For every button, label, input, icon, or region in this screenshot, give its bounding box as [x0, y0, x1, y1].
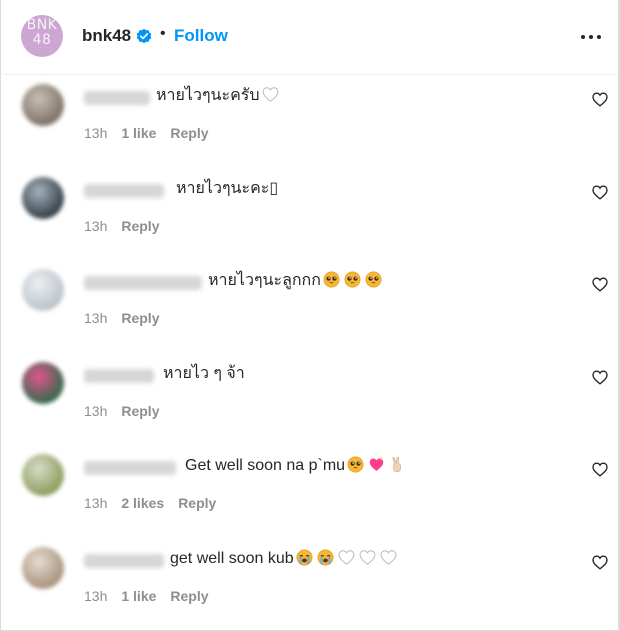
comment-body: หายไวๆนะคะ▯ [176, 180, 279, 197]
like-heart-icon[interactable] [592, 462, 608, 477]
pleading-face-emoji-icon [345, 456, 366, 474]
white-heart-emoji-icon [378, 550, 399, 567]
comment-meta: 13h Reply [84, 218, 173, 234]
like-heart-icon[interactable] [592, 370, 608, 385]
commenter-avatar[interactable] [22, 454, 64, 496]
comment-meta: 13h 1 like Reply [84, 125, 223, 141]
commenter-username-blurred[interactable] [84, 276, 202, 290]
victory-hand-emoji-icon [387, 456, 408, 474]
comment-likes[interactable]: 1 like [121, 588, 156, 604]
reply-button[interactable]: Reply [178, 495, 216, 511]
follow-button[interactable]: Follow [174, 26, 228, 46]
commenter-avatar[interactable] [22, 84, 64, 126]
commenter-username-blurred[interactable] [84, 184, 164, 198]
comment-text: หายไวๆนะลูกกก [208, 269, 384, 293]
pleading-face-emoji-icon [342, 271, 363, 289]
commenter-avatar[interactable] [22, 362, 64, 404]
comment-body: หายไว ๆ จ้า [163, 365, 245, 382]
comment-body: หายไวๆนะครับ [156, 87, 260, 104]
commenter-username-blurred[interactable] [84, 369, 154, 383]
like-heart-icon[interactable] [592, 555, 608, 570]
comment-timestamp[interactable]: 13h [84, 310, 107, 326]
like-heart-icon[interactable] [592, 277, 608, 292]
reply-button[interactable]: Reply [121, 403, 159, 419]
comment-body: หายไวๆนะลูกกก [208, 272, 321, 289]
comment-meta: 13h 2 likes Reply [84, 495, 230, 511]
commenter-username-blurred[interactable] [84, 554, 164, 568]
crying-face-emoji-icon [315, 549, 336, 567]
comment-body: get well soon kub [170, 550, 294, 567]
commenter-avatar[interactable] [22, 177, 64, 219]
commenter-avatar[interactable] [22, 547, 64, 589]
comment-text: get well soon kub [170, 547, 399, 571]
like-heart-icon[interactable] [592, 185, 608, 200]
comment-likes[interactable]: 1 like [121, 125, 156, 141]
comment-timestamp[interactable]: 13h [84, 495, 107, 511]
commenter-avatar[interactable] [22, 269, 64, 311]
comment-timestamp[interactable]: 13h [84, 588, 107, 604]
pleading-face-emoji-icon [321, 271, 342, 289]
comment-meta: 13h Reply [84, 310, 173, 326]
comment-text: หายไว ๆ จ้า [163, 362, 245, 386]
comment-timestamp[interactable]: 13h [84, 125, 107, 141]
comment-likes[interactable]: 2 likes [121, 495, 164, 511]
comment-item: หายไว ๆ จ้า 13h Reply [0, 362, 618, 452]
account-username[interactable]: bnk48 [82, 26, 131, 46]
more-options-icon[interactable] [580, 26, 602, 46]
post-header: BNK 48 bnk48 • Follow [0, 0, 618, 75]
separator-dot: • [160, 25, 166, 42]
white-heart-emoji-icon [357, 550, 378, 567]
reply-button[interactable]: Reply [121, 218, 159, 234]
comment-item: หายไวๆนะลูกกก 13h Reply [0, 269, 618, 359]
comment-text: หายไวๆนะคะ▯ [176, 177, 278, 201]
comment-item: get well soon kub 13h 1 like Reply [0, 547, 618, 631]
account-avatar[interactable]: BNK 48 [21, 15, 63, 57]
comment-item: Get well soon na p`mu 13h 2 likes Reply [0, 454, 618, 544]
comment-text: Get well soon na p`mu [185, 454, 408, 478]
logo-text: BNK 48 [26, 17, 58, 48]
like-heart-icon[interactable] [592, 92, 608, 107]
crying-face-emoji-icon [294, 549, 315, 567]
comment-meta: 13h 1 like Reply [84, 588, 223, 604]
commenter-username-blurred[interactable] [84, 461, 176, 475]
reply-button[interactable]: Reply [170, 588, 208, 604]
comment-item: หายไวๆนะครับ 13h 1 like Reply [0, 84, 618, 174]
reply-button[interactable]: Reply [121, 310, 159, 326]
white-heart-emoji-icon [260, 87, 281, 104]
comment-timestamp[interactable]: 13h [84, 403, 107, 419]
comment-meta: 13h Reply [84, 403, 173, 419]
commenter-username-blurred[interactable] [84, 91, 150, 105]
comment-text: หายไวๆนะครับ [156, 84, 281, 108]
comment-body: Get well soon na p`mu [185, 457, 346, 474]
verified-badge-icon [136, 28, 152, 44]
reply-button[interactable]: Reply [170, 125, 208, 141]
comment-item: หายไวๆนะคะ▯ 13h Reply [0, 177, 618, 267]
pleading-face-emoji-icon [363, 271, 384, 289]
sparkling-heart-emoji-icon [366, 456, 387, 474]
white-heart-emoji-icon [336, 550, 357, 567]
comment-timestamp[interactable]: 13h [84, 218, 107, 234]
